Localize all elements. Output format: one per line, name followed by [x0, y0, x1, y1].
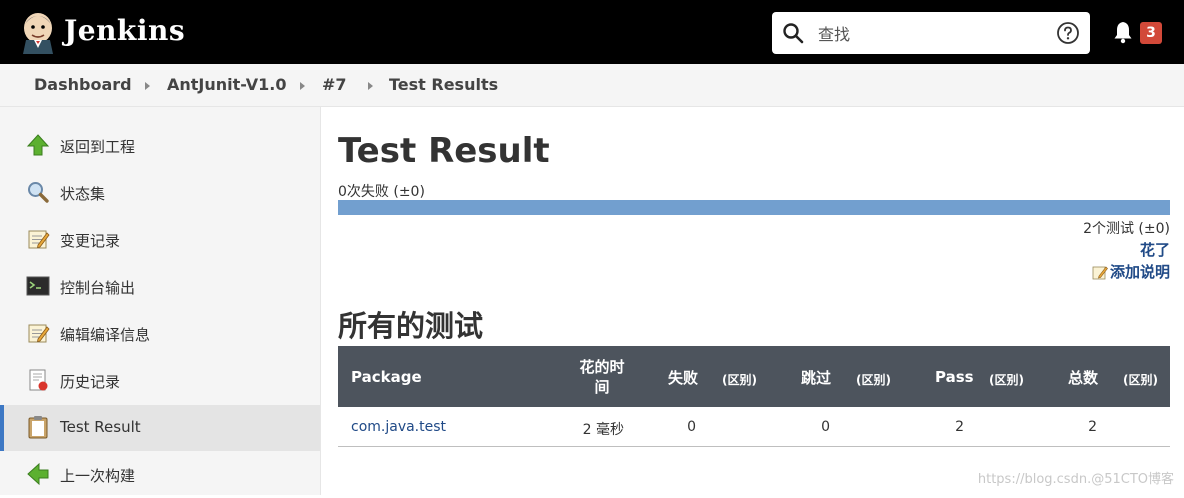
page-title: Test Result	[338, 131, 550, 171]
magnifier-icon	[28, 182, 49, 203]
clipboard-icon	[28, 416, 48, 439]
sidebar-item-label: Test Result	[60, 418, 141, 436]
search-input[interactable]	[816, 20, 1040, 48]
fail-cell: 0	[687, 419, 696, 435]
breadcrumb-separator-icon[interactable]	[368, 82, 373, 90]
took-link[interactable]: 花了	[1140, 239, 1170, 260]
column-header-package[interactable]: Package	[351, 368, 422, 386]
add-description-label: 添加说明	[1109, 263, 1170, 281]
column-header-total-diff[interactable]: (区别)	[1123, 371, 1158, 388]
up-arrow-icon	[26, 134, 50, 156]
terminal-icon	[26, 276, 50, 296]
sidebar-item-label: 返回到工程	[60, 138, 136, 156]
breadcrumb: Dashboard AntJunit-V1.0 #7 Test Results	[0, 64, 1184, 107]
breadcrumb-test-results[interactable]: Test Results	[389, 75, 498, 94]
breadcrumb-build[interactable]: #7	[322, 75, 347, 94]
column-header-duration[interactable]: 花的时间	[578, 357, 626, 397]
column-header-pass-diff[interactable]: (区别)	[989, 371, 1024, 388]
brand-name[interactable]: Jenkins	[64, 14, 185, 47]
sidebar-item-label: 控制台输出	[60, 279, 136, 297]
search-icon	[783, 23, 804, 44]
notepad-icon	[28, 324, 50, 343]
top-header: Jenkins 3	[0, 0, 1184, 64]
total-cell: 2	[1088, 419, 1097, 435]
left-arrow-icon	[27, 462, 49, 486]
sidebar-item-history[interactable]: 历史记录	[0, 358, 320, 404]
sidebar-item-status[interactable]: 状态集	[0, 170, 320, 216]
sidebar-item-changes[interactable]: 变更记录	[0, 217, 320, 263]
notification-badge[interactable]: 3	[1140, 22, 1162, 44]
sidebar-item-label: 上一次构建	[60, 467, 136, 485]
help-icon[interactable]	[1056, 21, 1080, 45]
test-count: 2个测试 (±0)	[1083, 221, 1170, 237]
column-header-pass[interactable]: Pass	[935, 368, 974, 386]
table-header: Package 花的时间 失败 (区别) 跳过 (区别) Pass (区别) 总…	[338, 346, 1170, 407]
pass-cell: 2	[955, 419, 964, 435]
all-tests-heading: 所有的测试	[338, 309, 484, 343]
fail-summary: 0次失败 (±0)	[338, 184, 425, 200]
jenkins-logo-icon[interactable]	[20, 10, 56, 54]
column-header-fail[interactable]: 失败	[668, 367, 698, 388]
sidebar-item-label: 变更记录	[60, 232, 121, 250]
sidebar-item-label: 编辑编译信息	[60, 326, 151, 344]
sidebar: 返回到工程 状态集 变更记录 控制台输出 编辑编译信息 历史记录 Test Re…	[0, 107, 321, 495]
breadcrumb-dashboard[interactable]: Dashboard	[34, 75, 132, 94]
sidebar-item-edit-build-info[interactable]: 编辑编译信息	[0, 311, 320, 357]
breadcrumb-separator-icon[interactable]	[300, 82, 305, 90]
test-progress-bar	[338, 200, 1170, 215]
sidebar-item-console-output[interactable]: 控制台输出	[0, 264, 320, 310]
column-header-total[interactable]: 总数	[1068, 367, 1098, 388]
breadcrumb-job[interactable]: AntJunit-V1.0	[167, 75, 287, 94]
sidebar-item-label: 状态集	[60, 185, 106, 203]
watermark: https://blog.csdn.@51CTO博客	[977, 472, 1174, 487]
sidebar-item-label: 历史记录	[60, 373, 121, 391]
sidebar-item-back-to-project[interactable]: 返回到工程	[0, 123, 320, 169]
breadcrumb-separator-icon[interactable]	[145, 82, 150, 90]
edit-description-icon	[1092, 266, 1108, 280]
column-header-skip[interactable]: 跳过	[801, 367, 831, 388]
skip-cell: 0	[821, 419, 830, 435]
duration-cell: 2 毫秒	[582, 422, 624, 438]
sidebar-item-previous-build[interactable]: 上一次构建	[0, 452, 320, 498]
search-box	[772, 12, 1090, 54]
test-progress-fill	[338, 200, 1170, 215]
history-icon	[29, 369, 48, 391]
column-header-skip-diff[interactable]: (区别)	[856, 371, 891, 388]
package-link[interactable]: com.java.test	[351, 419, 446, 435]
notepad-icon	[28, 230, 50, 249]
column-header-fail-diff[interactable]: (区别)	[722, 371, 757, 388]
table-row: com.java.test 2 毫秒 0 0 2 2	[338, 407, 1170, 447]
add-description-link[interactable]: 添加说明	[1092, 261, 1170, 282]
bell-icon[interactable]	[1112, 20, 1134, 44]
sidebar-item-test-result[interactable]: Test Result	[0, 405, 320, 451]
